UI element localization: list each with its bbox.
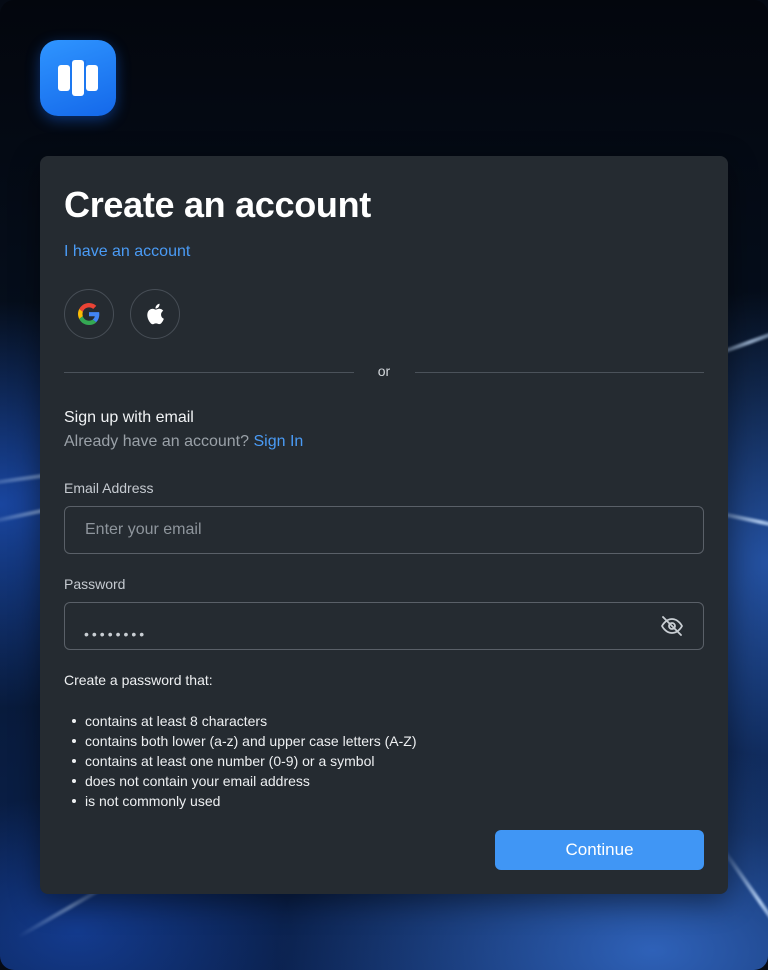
password-label: Password (64, 576, 126, 592)
email-label: Email Address (64, 480, 154, 496)
google-icon (78, 303, 100, 325)
have-account-link[interactable]: I have an account (64, 243, 190, 261)
page-title: Create an account (64, 184, 371, 225)
divider-or: or (377, 363, 391, 379)
password-rules-list: contains at least 8 characters contains … (64, 711, 416, 811)
password-rule: is not commonly used (64, 791, 416, 811)
eye-off-icon[interactable] (660, 614, 684, 638)
password-masked-value: •••••••• (84, 626, 148, 642)
divider-right (415, 372, 704, 373)
already-account-text: Already have an account? (64, 433, 250, 450)
password-rule: contains both lower (a-z) and upper case… (64, 731, 416, 751)
sign-in-link[interactable]: Sign In (253, 433, 303, 450)
already-account-line: Already have an account? Sign In (64, 433, 303, 451)
password-input[interactable] (64, 602, 704, 650)
password-rules-intro: Create a password that: (64, 672, 213, 688)
signup-card: Create an account I have an account or S… (40, 156, 728, 894)
password-rule: contains at least one number (0-9) or a … (64, 751, 416, 771)
password-rule: contains at least 8 characters (64, 711, 416, 731)
divider-left (64, 372, 354, 373)
apple-signin-button[interactable] (130, 289, 180, 339)
apple-icon (147, 303, 164, 325)
continue-button[interactable]: Continue (495, 830, 704, 870)
email-input[interactable] (64, 506, 704, 554)
google-signin-button[interactable] (64, 289, 114, 339)
brand-logo-icon (40, 40, 116, 116)
email-section-title: Sign up with email (64, 409, 194, 426)
password-rule: does not contain your email address (64, 771, 416, 791)
